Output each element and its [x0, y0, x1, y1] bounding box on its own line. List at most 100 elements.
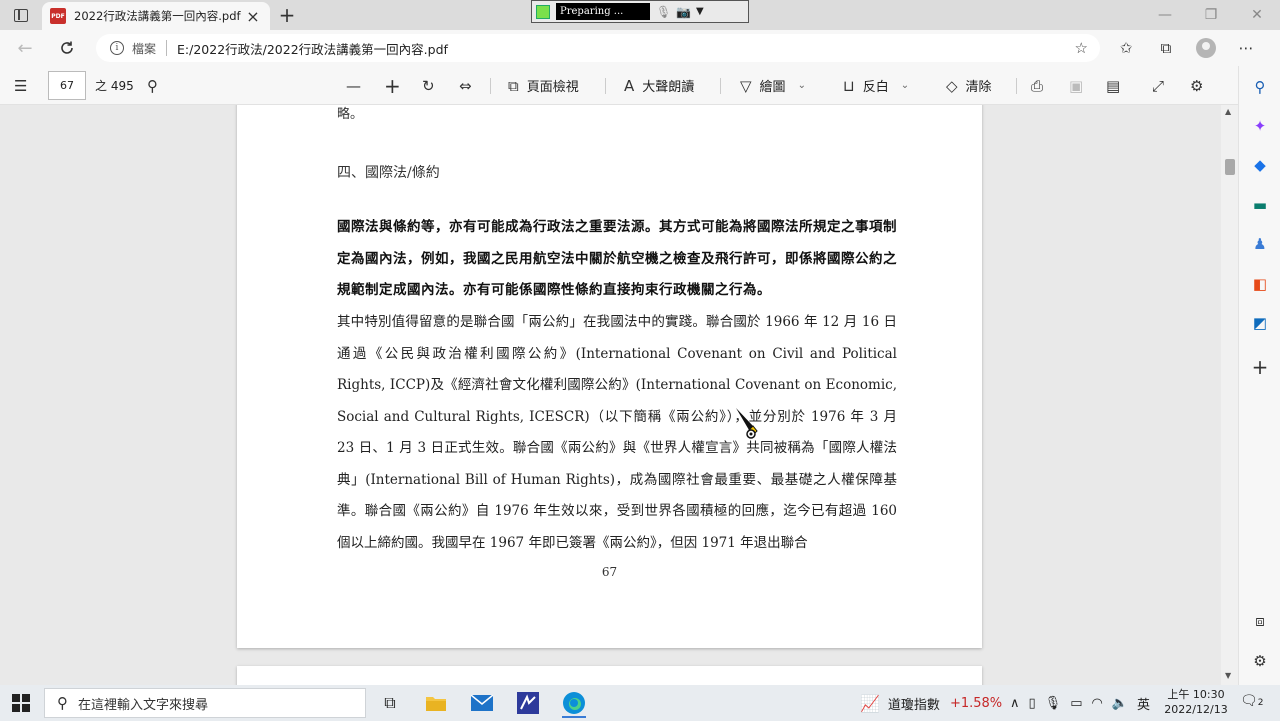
read-aloud-button[interactable]: A 大聲朗讀 [624, 66, 694, 105]
fit-page-button[interactable]: ⇔ [459, 66, 480, 105]
add-favorite-icon[interactable]: ☆ [1075, 39, 1088, 57]
microphone-icon[interactable]: 🎙 [656, 5, 671, 19]
draw-button[interactable]: ▽ 繪圖 ⌄ [740, 66, 806, 105]
battery-icon[interactable]: ▭ [1070, 696, 1082, 711]
search-icon: ⚲ [147, 76, 158, 95]
back-button[interactable]: ← [12, 36, 38, 60]
add-sidebar-app-icon[interactable]: + [1249, 355, 1271, 379]
stock-change: +1.58% [949, 695, 1003, 711]
page-view-button[interactable]: ⧉ 頁面檢視 [508, 66, 579, 105]
print-button[interactable]: ⎙ [1031, 66, 1051, 105]
refresh-button[interactable] [54, 36, 80, 60]
notification-center-button[interactable]: 🗨2 [1240, 693, 1264, 709]
toolbar-divider [720, 78, 721, 94]
recorder-menu-arrow[interactable]: ▼ [696, 6, 704, 17]
office-icon[interactable]: ◧ [1249, 273, 1271, 295]
more-menu-icon[interactable]: ⋯ [1226, 36, 1266, 60]
save-button[interactable]: ▣ [1069, 66, 1091, 105]
scrollbar-thumb[interactable] [1225, 159, 1235, 175]
input-method-indicator[interactable]: 英 [1137, 694, 1150, 713]
minimize-button[interactable]: — [1142, 0, 1188, 30]
file-explorer-button[interactable] [416, 688, 456, 718]
edge-button[interactable] [554, 688, 594, 718]
mail-button[interactable] [462, 688, 502, 718]
toolbar-divider [605, 78, 606, 94]
windows-logo-icon [12, 694, 20, 702]
app-button[interactable] [508, 688, 548, 718]
start-button[interactable] [12, 694, 30, 712]
collections-icon[interactable]: ⧉ [1146, 36, 1186, 60]
mail-icon [471, 695, 493, 711]
stock-widget[interactable]: 📈 道瓊指數 +1.58% [860, 685, 1002, 721]
taskbar-search-box[interactable]: ⚲ 在這裡輸入文字來搜尋 [44, 688, 366, 718]
games-icon[interactable]: ♟ [1249, 233, 1271, 255]
edge-sidebar: ⚲ ✦ ◆ ▬ ♟ ◧ ◩ + ⧈ ⚙ [1238, 66, 1280, 685]
previous-line-fragment: 略。 [337, 107, 364, 122]
volume-icon[interactable]: 🔈 [1112, 696, 1128, 711]
save-icon: ▣ [1069, 76, 1084, 95]
clock-time: 上午 10:30 [1167, 688, 1225, 701]
zoom-out-button[interactable]: — [346, 66, 369, 105]
fullscreen-button[interactable]: ⤢ [1152, 66, 1172, 105]
shopping-tag-icon[interactable]: ◆ [1249, 154, 1271, 176]
tab-actions-icon [14, 8, 28, 22]
expand-icon: ⤢ [1152, 76, 1165, 95]
search-icon[interactable]: ⚲ [1249, 76, 1271, 98]
contents-button[interactable]: ☰ [14, 66, 35, 105]
erase-label: 清除 [965, 80, 992, 95]
address-input[interactable]: i 檔案 E:/2022行政法/2022行政法講義第一回內容.pdf ☆ [96, 34, 1100, 62]
pdf-viewer[interactable]: 略。 四、國際法/條約 國際法與條約等，亦有可能成為行政法之重要法源。其方式可能… [0, 105, 1238, 685]
bold-paragraph: 國際法與條約等，亦有可能成為行政法之重要法源。其方式可能為將國際法所規定之事項制… [337, 219, 897, 298]
erase-button[interactable]: ◇ 清除 [946, 66, 992, 105]
tab-active[interactable]: PDF 2022行政法講義第一回內容.pdf × [42, 2, 270, 30]
pdf-toolbar: ☰ 67 之 495 ⚲ — + ↻ ⇔ ⧉ 頁面檢視 A 大聲朗讀 ▽ 繪圖 ⌄ ⊔ 反… [0, 66, 1238, 105]
device-icon[interactable]: ▯ [1029, 696, 1036, 711]
wifi-icon[interactable]: ◠ [1091, 696, 1102, 711]
split-screen-icon[interactable]: ⧈ [1249, 610, 1271, 632]
close-window-button[interactable]: ✕ [1234, 0, 1280, 30]
rotate-button[interactable]: ↻ [422, 66, 443, 105]
page-number-input[interactable]: 67 [48, 71, 86, 100]
scroll-up-arrow[interactable]: ▲ [1225, 107, 1231, 116]
app-icon [517, 692, 539, 714]
chevron-down-icon[interactable]: ⌄ [798, 80, 806, 91]
pdf-settings-button[interactable]: ⚙ [1190, 66, 1211, 105]
folder-icon [426, 697, 446, 711]
tools-icon[interactable]: ▬ [1249, 194, 1271, 216]
show-hidden-icons-icon[interactable]: ∧ [1010, 696, 1020, 711]
chevron-down-icon[interactable]: ⌄ [901, 80, 909, 91]
edge-icon [563, 692, 585, 714]
highlight-button[interactable]: ⊔ 反白 ⌄ [843, 66, 909, 105]
info-icon[interactable]: i [110, 41, 124, 55]
sidebar-settings-icon[interactable]: ⚙ [1249, 650, 1271, 672]
new-tab-button[interactable]: + [276, 3, 298, 27]
address-divider [166, 40, 168, 56]
favorites-icon[interactable]: ✩ [1106, 36, 1146, 60]
address-url[interactable]: E:/2022行政法/2022行政法講義第一回內容.pdf [177, 39, 448, 58]
clock[interactable]: 上午 10:30 2022/12/13 [1164, 687, 1228, 717]
sparkle-icon[interactable]: ✦ [1249, 115, 1271, 137]
scroll-down-arrow[interactable]: ▼ [1225, 671, 1231, 680]
outlook-icon[interactable]: ◩ [1249, 312, 1271, 334]
tab-close-button[interactable]: × [244, 7, 262, 26]
find-button[interactable]: ⚲ [147, 66, 166, 105]
highlight-label: 反白 [862, 80, 889, 95]
title-bar: PDF 2022行政法講義第一回內容.pdf × + Preparing ...… [0, 0, 1280, 30]
record-status-light[interactable] [536, 4, 550, 19]
fit-width-icon: ⇔ [459, 76, 472, 95]
profile-button[interactable] [1186, 36, 1226, 60]
zoom-in-button[interactable]: + [384, 66, 409, 105]
microphone-icon[interactable]: 🎙 [1045, 696, 1062, 711]
vertical-scrollbar[interactable]: ▲ ▼ [1221, 105, 1238, 685]
tab-actions-button[interactable] [8, 4, 34, 26]
highlighter-icon: ⊔ [843, 76, 855, 95]
save-as-button[interactable]: ▤ [1106, 66, 1128, 105]
notification-icon: 🗨 [1240, 693, 1258, 709]
task-view-button[interactable]: ⧉ [370, 688, 410, 718]
camera-off-icon[interactable]: 📷 [676, 5, 691, 19]
body-paragraph: 其中特別值得留意的是聯合國「兩公約」在我國法中的實踐。聯合國於 1966 年 1… [337, 314, 897, 551]
notification-count: 2 [1257, 698, 1264, 708]
file-scheme-label: 檔案 [132, 41, 157, 56]
list-icon: ☰ [14, 76, 28, 95]
restore-button[interactable]: ❐ [1188, 0, 1234, 30]
